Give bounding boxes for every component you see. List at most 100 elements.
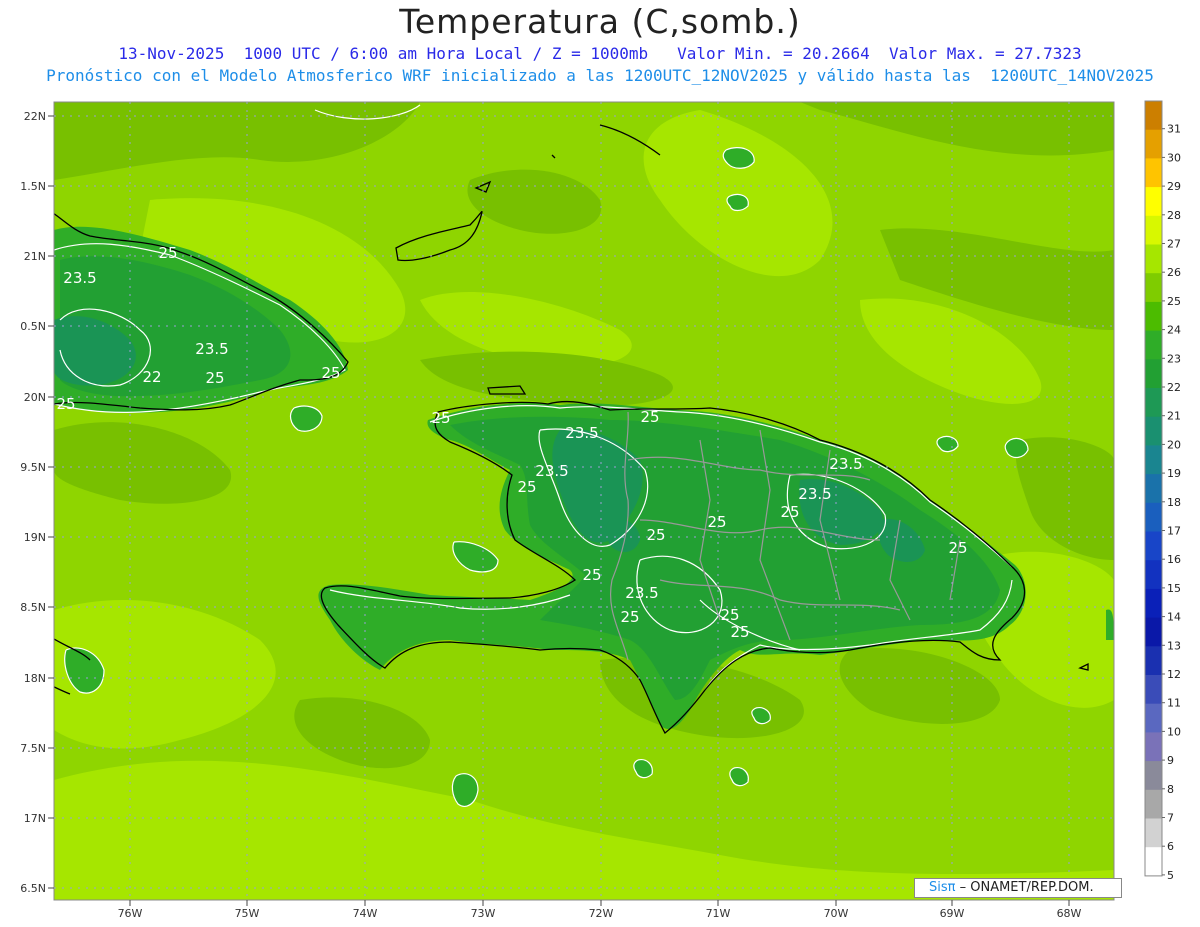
color-scale-bar: 31 30 29 28 27 26 25 24 23 22 21 20 19 18 17 16 15 14 13 12… xyxy=(1144,100,1181,882)
colorbar-label: 21 xyxy=(1167,410,1181,423)
color-swatch xyxy=(1145,244,1162,274)
color-swatch xyxy=(1145,703,1162,733)
lat-label: 1.5N xyxy=(20,180,46,193)
contour-label: 25 xyxy=(780,503,799,521)
contour-label: 25 xyxy=(640,408,659,426)
colorbar-label: 25 xyxy=(1167,295,1181,308)
colorbar-label: 6 xyxy=(1167,840,1174,853)
color-swatch xyxy=(1145,101,1162,131)
contour-label: 25 xyxy=(431,409,450,427)
colorbar-label: 16 xyxy=(1167,553,1181,566)
latitude-labels: 22N 1.5N 21N 0.5N 20N 9.5N 19N 8.5N 18N 7.5N 17N 6.… xyxy=(20,110,46,895)
color-swatch xyxy=(1145,187,1162,217)
lat-label: 0.5N xyxy=(20,320,46,333)
color-swatch xyxy=(1145,215,1162,245)
contour-label: 22 xyxy=(142,368,161,386)
lat-label: 6.5N xyxy=(20,882,46,895)
credit-brand: Sisπ xyxy=(929,880,956,895)
lat-label: 18N xyxy=(24,672,46,685)
contour-label: 23.5 xyxy=(829,455,862,473)
lat-label: 19N xyxy=(24,531,46,544)
colorbar-label: 22 xyxy=(1167,381,1181,394)
map-figure: 22N 1.5N 21N 0.5N 20N 9.5N 19N 8.5N 18N 7.5N 17N 6.… xyxy=(20,100,1181,920)
color-swatch xyxy=(1145,445,1162,475)
color-swatch xyxy=(1145,531,1162,561)
contour-label: 25 xyxy=(707,513,726,531)
colorbar-label: 14 xyxy=(1167,611,1181,624)
color-swatch xyxy=(1145,330,1162,360)
color-swatch xyxy=(1145,847,1162,877)
color-swatch xyxy=(1145,502,1162,532)
lon-label: 75W xyxy=(235,907,260,920)
lat-label: 17N xyxy=(24,812,46,825)
colorbar-label: 27 xyxy=(1167,238,1181,251)
colorbar-label: 10 xyxy=(1167,725,1181,738)
contour-label: 23.5 xyxy=(565,424,598,442)
lon-label: 71W xyxy=(706,907,731,920)
contour-label: 23.5 xyxy=(798,485,831,503)
color-swatch xyxy=(1145,359,1162,389)
lon-label: 70W xyxy=(824,907,849,920)
color-swatch xyxy=(1145,588,1162,619)
colorbar-label: 19 xyxy=(1167,467,1181,480)
colorbar-label: 30 xyxy=(1167,151,1181,164)
color-swatch xyxy=(1145,158,1162,188)
contour-label: 25 xyxy=(205,369,224,387)
colorbar-label: 24 xyxy=(1167,324,1181,337)
colorbar-label: 18 xyxy=(1167,496,1181,509)
colorbar-label: 11 xyxy=(1167,697,1181,710)
contour-label: 25 xyxy=(321,364,340,382)
color-swatch xyxy=(1145,273,1162,303)
lat-label: 20N xyxy=(24,391,46,404)
lon-label: 73W xyxy=(471,907,496,920)
color-swatch xyxy=(1145,761,1162,791)
color-swatch xyxy=(1145,646,1162,676)
color-swatch xyxy=(1145,301,1162,332)
color-swatch xyxy=(1145,732,1162,762)
contour-label: 25 xyxy=(948,539,967,557)
contour-label: 23.5 xyxy=(63,269,96,287)
lat-label: 9.5N xyxy=(20,461,46,474)
contour-label: 25 xyxy=(646,526,665,544)
contour-label: 25 xyxy=(620,608,639,626)
contour-label: 23.5 xyxy=(535,462,568,480)
lat-label: 21N xyxy=(24,250,46,263)
colorbar-label: 13 xyxy=(1167,639,1181,652)
colorbar-label: 15 xyxy=(1167,582,1181,595)
color-swatch xyxy=(1145,388,1162,418)
credit-box: Sisπ – ONAMET/REP.DOM. xyxy=(914,878,1122,898)
contour-label: 25 xyxy=(582,566,601,584)
colorbar-label: 7 xyxy=(1167,812,1174,825)
contour-label: 25 xyxy=(158,244,177,262)
contour-label: 25 xyxy=(517,478,536,496)
color-swatch xyxy=(1145,560,1162,590)
colorbar-label: 8 xyxy=(1167,783,1174,796)
colorbar-label: 29 xyxy=(1167,180,1181,193)
color-swatch xyxy=(1145,474,1162,504)
colorbar-label: 20 xyxy=(1167,438,1181,451)
lat-label: 7.5N xyxy=(20,742,46,755)
lon-label: 72W xyxy=(589,907,614,920)
credit-text: – ONAMET/REP.DOM. xyxy=(955,880,1094,895)
contour-label: 25 xyxy=(56,395,75,413)
colorbar-label: 5 xyxy=(1167,869,1174,882)
colorbar-label: 31 xyxy=(1167,123,1181,136)
lon-label: 68W xyxy=(1057,907,1082,920)
lon-label: 74W xyxy=(353,907,378,920)
lon-label: 69W xyxy=(940,907,965,920)
color-swatch xyxy=(1145,416,1162,446)
colorbar-label: 9 xyxy=(1167,754,1174,767)
color-swatch xyxy=(1145,675,1162,705)
lon-label: 76W xyxy=(118,907,143,920)
color-swatch xyxy=(1145,818,1162,848)
lat-label: 8.5N xyxy=(20,601,46,614)
map-area xyxy=(54,102,1114,900)
colorbar-label: 23 xyxy=(1167,352,1181,365)
contour-label: 25 xyxy=(730,623,749,641)
color-swatch xyxy=(1145,789,1162,819)
colorbar-label: 28 xyxy=(1167,209,1181,222)
colorbar-label: 17 xyxy=(1167,525,1181,538)
colorbar-label: 26 xyxy=(1167,266,1181,279)
longitude-labels: 76W 75W 74W 73W 72W 71W 70W 69W 68W xyxy=(118,907,1082,920)
color-swatch xyxy=(1145,129,1162,159)
